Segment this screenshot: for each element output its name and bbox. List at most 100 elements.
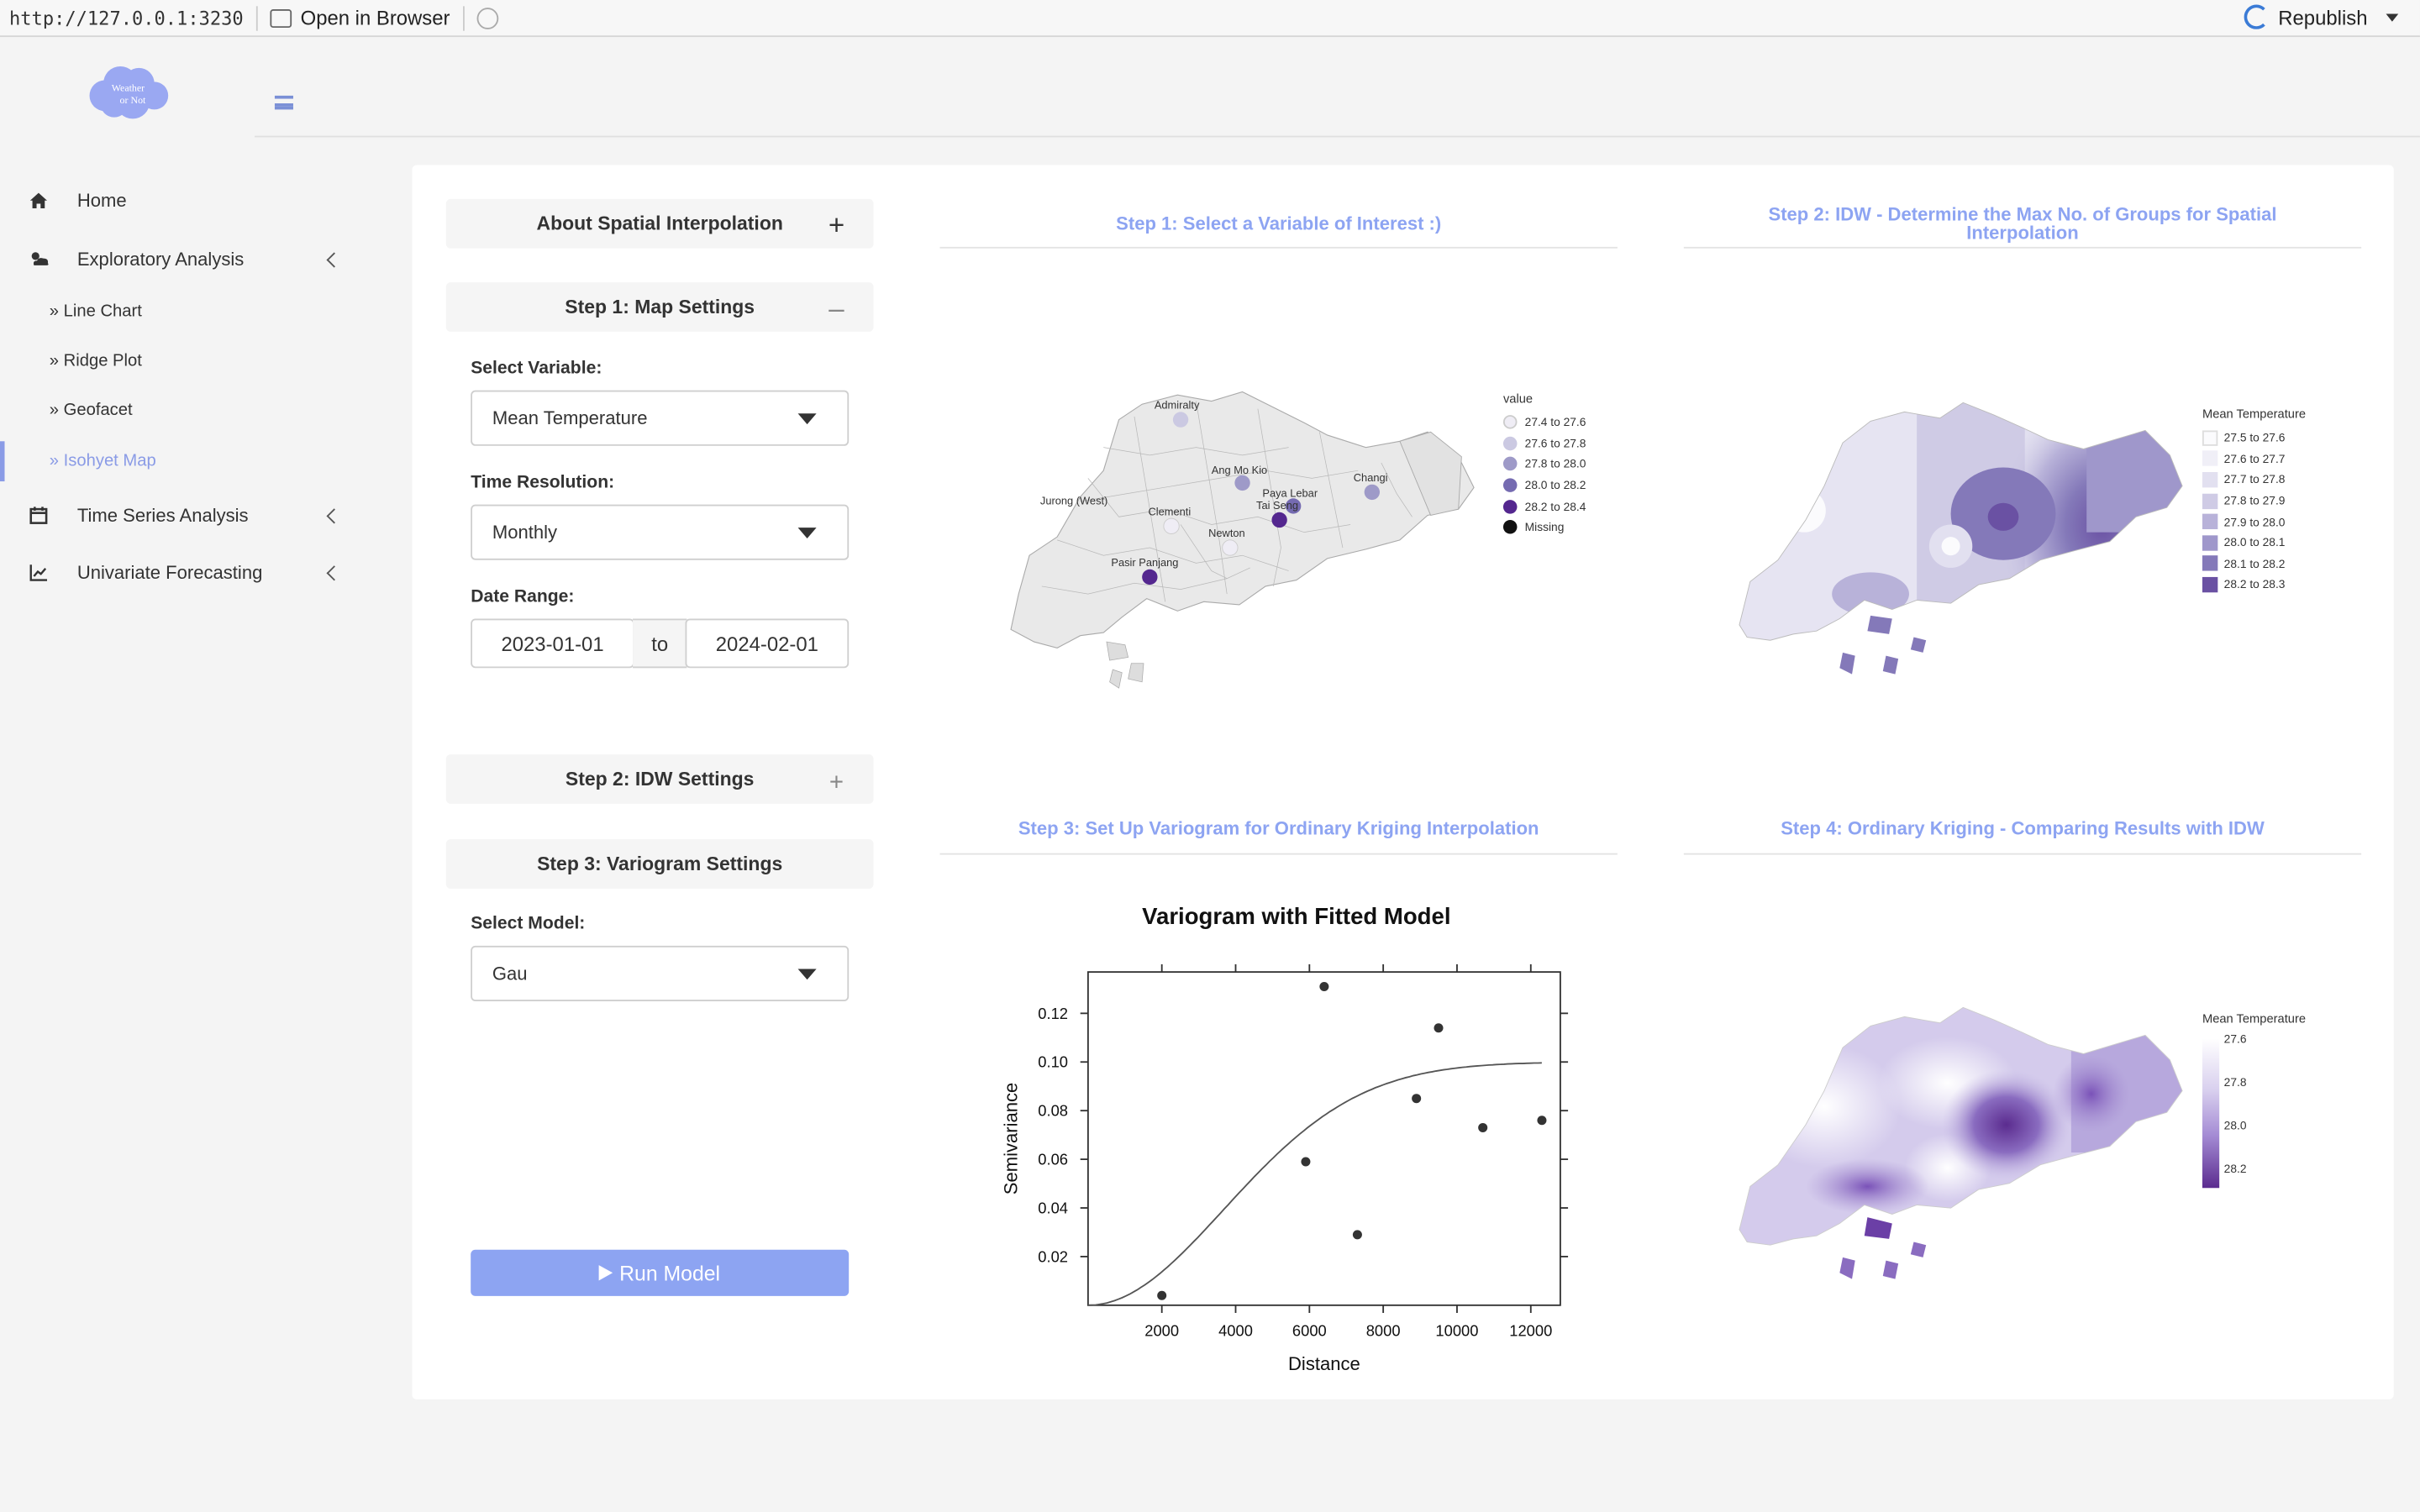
step1-map-settings-box[interactable]: Step 1: Map Settings – bbox=[445, 282, 874, 332]
time-resolution-value: Monthly bbox=[492, 521, 558, 543]
time-resolution-label: Time Resolution: bbox=[471, 473, 615, 492]
menu-toggle-icon[interactable] bbox=[274, 95, 293, 110]
legend-item: 27.7 to 27.8 bbox=[2202, 470, 2306, 491]
y-axis-label: Semivariance bbox=[1000, 1083, 1021, 1194]
legend-item: 27.5 to 27.6 bbox=[2202, 428, 2306, 449]
home-icon bbox=[29, 192, 48, 208]
panel4-divider bbox=[1683, 853, 2362, 855]
collapse-icon[interactable]: – bbox=[826, 295, 848, 323]
station-newton[interactable] bbox=[1222, 539, 1239, 556]
station-tai-seng[interactable] bbox=[1271, 512, 1287, 528]
sidebar-item-exploratory-analysis[interactable]: Exploratory Analysis bbox=[0, 236, 371, 282]
y-tick-label: 0.06 bbox=[1038, 1151, 1068, 1168]
station-map: Admiralty Ang Mo Kio Paya Lebar Tai Seng… bbox=[1010, 391, 1475, 689]
legend-item: 27.8 to 27.9 bbox=[2202, 491, 2306, 512]
box-title: Step 3: Variogram Settings bbox=[537, 853, 783, 875]
station-label: Tai Seng bbox=[1256, 499, 1298, 512]
x-tick-label: 4000 bbox=[1218, 1322, 1253, 1340]
sidebar-subitem-ridge-plot[interactable]: » Ridge Plot bbox=[0, 341, 371, 381]
ridge-plot-link: » Ridge Plot bbox=[49, 351, 142, 370]
kriging-legend: Mean Temperature 27.6 27.8 28.0 28.2 bbox=[2202, 1012, 2306, 1194]
variogram-point bbox=[1478, 1122, 1488, 1132]
run-model-label: Run Model bbox=[619, 1261, 721, 1285]
app-header: Weather or Not bbox=[0, 37, 2420, 139]
station-pasir-panjang[interactable] bbox=[1142, 569, 1158, 585]
station-clementi[interactable] bbox=[1163, 517, 1180, 534]
sidebar-item-time-series-analysis[interactable]: Time Series Analysis bbox=[0, 492, 371, 538]
colorbar-tick: 28.2 bbox=[2223, 1162, 2247, 1176]
legend-swatch bbox=[1502, 520, 1518, 534]
expand-icon[interactable]: + bbox=[826, 770, 848, 795]
window-icon bbox=[269, 8, 292, 28]
legend-label: 28.2 to 28.4 bbox=[1524, 499, 1586, 514]
sidebar-subitem-label: Ridge Plot bbox=[63, 351, 142, 370]
y-tick-label: 0.10 bbox=[1038, 1053, 1068, 1071]
legend-label: 28.0 to 28.2 bbox=[1524, 478, 1586, 493]
date-range-end-input[interactable]: 2024-02-01 bbox=[685, 618, 850, 669]
date-range-start-input[interactable]: 2023-01-01 bbox=[471, 618, 634, 669]
station-label: Paya Lebar bbox=[1262, 486, 1318, 499]
station-admiralty[interactable] bbox=[1172, 412, 1189, 428]
colorbar-tick: 28.0 bbox=[2223, 1118, 2247, 1133]
legend-label: 27.8 to 28.0 bbox=[1524, 457, 1586, 472]
step2-idw-settings-box[interactable]: Step 2: IDW Settings + bbox=[445, 754, 874, 804]
variogram-point bbox=[1412, 1094, 1422, 1104]
sidebar-item-home[interactable]: Home bbox=[0, 177, 371, 223]
variogram-point bbox=[1157, 1290, 1167, 1300]
legend-title: Mean Temperature bbox=[2202, 407, 2307, 422]
republish-label: Republish bbox=[2278, 5, 2368, 29]
geofacet-link: » Geofacet bbox=[49, 401, 133, 420]
kriging-map bbox=[1739, 1006, 2183, 1279]
station-changi[interactable] bbox=[1364, 484, 1381, 501]
station-ang-mo-kio[interactable] bbox=[1234, 475, 1250, 491]
legend-item: 28.2 to 28.3 bbox=[2202, 575, 2306, 596]
sidebar-item-univariate-forecasting[interactable]: Univariate Forecasting bbox=[0, 549, 371, 596]
legend-label: 28.2 to 28.3 bbox=[2223, 577, 2286, 592]
colorbar-gradient bbox=[2202, 1038, 2220, 1189]
station-label: Ang Mo Kio bbox=[1212, 464, 1267, 476]
toolbar-divider bbox=[462, 5, 465, 30]
step3-variogram-settings-box[interactable]: Step 3: Variogram Settings bbox=[445, 839, 874, 889]
chevron-left-icon bbox=[326, 564, 342, 580]
sidebar-subitem-label: Geofacet bbox=[63, 401, 133, 420]
chevron-left-icon bbox=[326, 507, 342, 523]
about-spatial-interpolation-box[interactable]: About Spatial Interpolation + bbox=[445, 198, 874, 249]
x-tick-label: 2000 bbox=[1144, 1322, 1179, 1340]
expand-icon[interactable]: + bbox=[826, 212, 848, 239]
open-in-browser-button[interactable]: Open in Browser bbox=[269, 6, 450, 29]
dropdown-caret-icon bbox=[797, 413, 817, 425]
calendar-icon bbox=[29, 507, 48, 524]
legend-label: 28.1 to 28.2 bbox=[2223, 556, 2286, 571]
dropdown-caret-icon bbox=[797, 969, 817, 980]
legend-swatch bbox=[2202, 430, 2218, 446]
select-variable-value: Mean Temperature bbox=[492, 407, 648, 429]
republish-button[interactable]: Republish bbox=[2244, 4, 2399, 29]
chart-title: Variogram with Fitted Model bbox=[1142, 903, 1450, 929]
chevron-down-icon[interactable] bbox=[2386, 13, 2399, 21]
idw-legend: Mean Temperature 27.5 to 27.6 27.6 to 27… bbox=[2202, 407, 2306, 596]
logo-text-1: Weather bbox=[112, 81, 145, 93]
y-tick-label: 0.04 bbox=[1038, 1199, 1068, 1216]
url-text[interactable]: http://127.0.0.1:3230 bbox=[0, 7, 244, 29]
chevron-left-icon bbox=[326, 251, 342, 267]
legend-item: Missing bbox=[1502, 517, 1586, 538]
x-tick-label: 6000 bbox=[1292, 1322, 1327, 1340]
time-resolution-dropdown[interactable]: Monthly bbox=[471, 504, 850, 560]
legend-item: 28.0 to 28.1 bbox=[2202, 533, 2306, 554]
run-model-button[interactable]: Run Model bbox=[471, 1249, 850, 1296]
variogram-point bbox=[1301, 1157, 1311, 1167]
select-variable-label: Select Variable: bbox=[471, 359, 602, 378]
legend-item: 28.1 to 28.2 bbox=[2202, 554, 2306, 575]
singapore-outline bbox=[1010, 391, 1475, 649]
select-variable-dropdown[interactable]: Mean Temperature bbox=[471, 390, 850, 446]
legend-swatch bbox=[2202, 513, 2218, 530]
legend-label: 27.5 to 27.6 bbox=[2223, 430, 2286, 445]
panel1-divider bbox=[939, 246, 1618, 249]
sidebar-subitem-isohyet-map[interactable]: » Isohyet Map bbox=[0, 441, 371, 482]
sidebar-subitem-geofacet[interactable]: » Geofacet bbox=[0, 391, 371, 431]
refresh-icon[interactable] bbox=[476, 7, 498, 29]
panel2-title-line1: Step 2: IDW - Determine the Max No. of G… bbox=[1768, 203, 2277, 226]
app-logo[interactable]: Weather or Not bbox=[87, 65, 170, 120]
sidebar-subitem-line-chart[interactable]: » Line Chart bbox=[0, 291, 371, 332]
select-model-dropdown[interactable]: Gau bbox=[471, 945, 850, 1002]
